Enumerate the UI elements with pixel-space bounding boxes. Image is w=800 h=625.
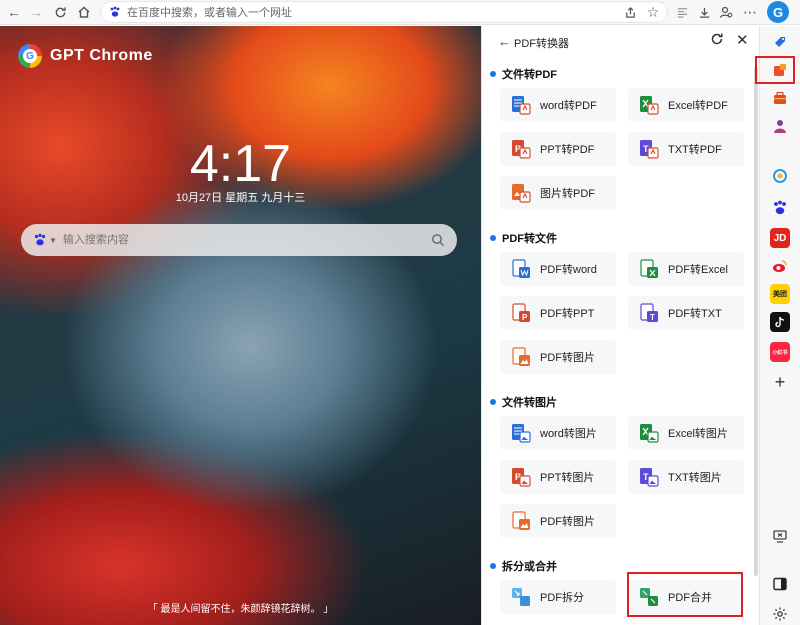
forward-icon[interactable]: →: [26, 2, 46, 22]
word-to-image-button[interactable]: word转图片: [500, 416, 616, 450]
excel-file-icon: [640, 96, 659, 115]
user-icon[interactable]: [770, 116, 790, 136]
pdf-converter-panel: ← PDF转换器 ✕ 文件转PDF word转PDF Excel转PDF P P…: [481, 26, 759, 625]
pdf-to-word-button[interactable]: PDF转word: [500, 252, 616, 286]
pdf-to-image-button-2[interactable]: PDF转图片: [500, 504, 616, 538]
quote-text: 「 最是人间留不住，朱颜辞镜花辞树。 」: [147, 604, 334, 615]
clock-time: 4:17: [189, 135, 292, 193]
brand-name: GPT Chrome: [50, 47, 153, 64]
pdf-to-excel-button[interactable]: PDF转Excel: [628, 252, 744, 286]
txt-file-icon: T: [640, 303, 658, 322]
excel-to-pdf-button[interactable]: Excel转PDF: [628, 88, 744, 122]
image-file-icon: [512, 347, 530, 366]
ppt-to-pdf-button[interactable]: P PPT转PDF: [500, 132, 616, 166]
panel-title: PDF转换器: [514, 38, 569, 50]
home-icon[interactable]: [74, 2, 94, 22]
panel-close-icon[interactable]: ✕: [736, 31, 749, 49]
svg-text:T: T: [650, 313, 655, 322]
gpt-extension-icon[interactable]: G: [767, 1, 789, 23]
more-menu-icon[interactable]: ⋯: [740, 2, 760, 22]
split-icon: [512, 588, 530, 606]
reading-list-icon[interactable]: [672, 2, 692, 22]
image-file-icon: [512, 184, 531, 203]
brand: G GPT Chrome: [18, 44, 153, 68]
cloud-icon[interactable]: [770, 166, 790, 186]
jd-icon[interactable]: JD: [770, 228, 790, 248]
bookmark-icon[interactable]: [770, 32, 790, 52]
txt-file-icon: T: [640, 468, 659, 487]
toolbox-icon[interactable]: [770, 88, 790, 108]
excel-file-icon: [640, 424, 659, 443]
txt-file-icon: T: [640, 140, 659, 159]
section-title-file-to-pdf: 文件转PDF: [490, 66, 557, 82]
pdf-to-txt-button[interactable]: T PDF转TXT: [628, 296, 744, 330]
newtab-search-box[interactable]: ▼: [21, 224, 457, 256]
download-icon[interactable]: [694, 2, 714, 22]
panel-header: ← PDF转换器 ✕: [482, 26, 760, 56]
weibo-icon[interactable]: [770, 256, 790, 276]
baidu-icon[interactable]: [770, 198, 790, 218]
panel-refresh-icon[interactable]: [710, 32, 724, 46]
excel-file-icon: [640, 259, 658, 278]
star-icon[interactable]: ☆: [643, 2, 663, 22]
section-dot: [490, 71, 496, 77]
txt-to-image-button[interactable]: T TXT转图片: [628, 460, 744, 494]
meituan-icon[interactable]: 美团: [770, 284, 790, 304]
txt-to-pdf-button[interactable]: T TXT转PDF: [628, 132, 744, 166]
ppt-to-image-button[interactable]: P PPT转图片: [500, 460, 616, 494]
add-icon[interactable]: +: [770, 372, 790, 392]
new-tab-page: G GPT Chrome 4:17 10月27日 星期五 九月十三 ▼ 「 最是…: [0, 26, 481, 625]
sidebar-toggle-icon[interactable]: [770, 574, 790, 594]
engine-dropdown-icon[interactable]: ▼: [49, 236, 57, 245]
pdf-split-button[interactable]: PDF拆分: [500, 580, 616, 614]
newtab-search-input[interactable]: [62, 234, 431, 246]
ppt-file-icon: P: [512, 303, 530, 322]
section-title-pdf-to-file: PDF转文件: [490, 230, 557, 246]
clock-date: 10月27日 星期五 九月十三: [175, 192, 306, 204]
office-highlight-box: [755, 56, 795, 84]
section-title-split-merge: 拆分或合并: [490, 558, 557, 574]
pdf-to-ppt-button[interactable]: P PDF转PPT: [500, 296, 616, 330]
section-dot: [490, 235, 496, 241]
section-dot: [490, 399, 496, 405]
screen-icon[interactable]: [770, 526, 790, 546]
settings-icon[interactable]: [770, 604, 790, 624]
section-dot: [490, 563, 496, 569]
excel-to-image-button[interactable]: Excel转图片: [628, 416, 744, 450]
search-icon[interactable]: [431, 233, 445, 247]
ppt-file-icon: P: [512, 140, 531, 159]
pdf-to-image-button[interactable]: PDF转图片: [500, 340, 616, 374]
back-icon[interactable]: ←: [4, 2, 24, 22]
tiktok-icon[interactable]: [770, 312, 790, 332]
address-bar[interactable]: 在百度中搜索，或者输入一个网址: [100, 1, 668, 23]
panel-scrollbar[interactable]: [754, 66, 758, 576]
search-engine-paw-icon[interactable]: [33, 233, 47, 247]
section-title-file-to-image: 文件转图片: [490, 394, 557, 410]
browser-toolbar: ← → 在百度中搜索，或者输入一个网址 ☆ ⋯ G: [0, 0, 800, 25]
baidu-paw-icon: [110, 6, 120, 17]
svg-text:P: P: [522, 313, 528, 322]
address-placeholder: 在百度中搜索，或者输入一个网址: [127, 7, 292, 19]
word-to-pdf-button[interactable]: word转PDF: [500, 88, 616, 122]
reload-icon[interactable]: [50, 2, 70, 22]
panel-back-icon[interactable]: ←: [498, 34, 511, 49]
gpt-chrome-logo-icon: G: [18, 44, 42, 68]
right-sidebar: JD 美团 小红书 +: [759, 26, 800, 625]
image-file-icon: [512, 511, 530, 530]
image-to-pdf-button[interactable]: 图片转PDF: [500, 176, 616, 210]
word-file-icon: [512, 424, 531, 443]
merge-highlight-box: [627, 572, 743, 617]
share-icon[interactable]: [620, 2, 640, 22]
ppt-file-icon: P: [512, 468, 531, 487]
word-file-icon: [512, 96, 531, 115]
word-file-icon: [512, 259, 530, 278]
xiaohongshu-icon[interactable]: 小红书: [770, 342, 790, 362]
account-settings-icon[interactable]: [716, 2, 736, 22]
